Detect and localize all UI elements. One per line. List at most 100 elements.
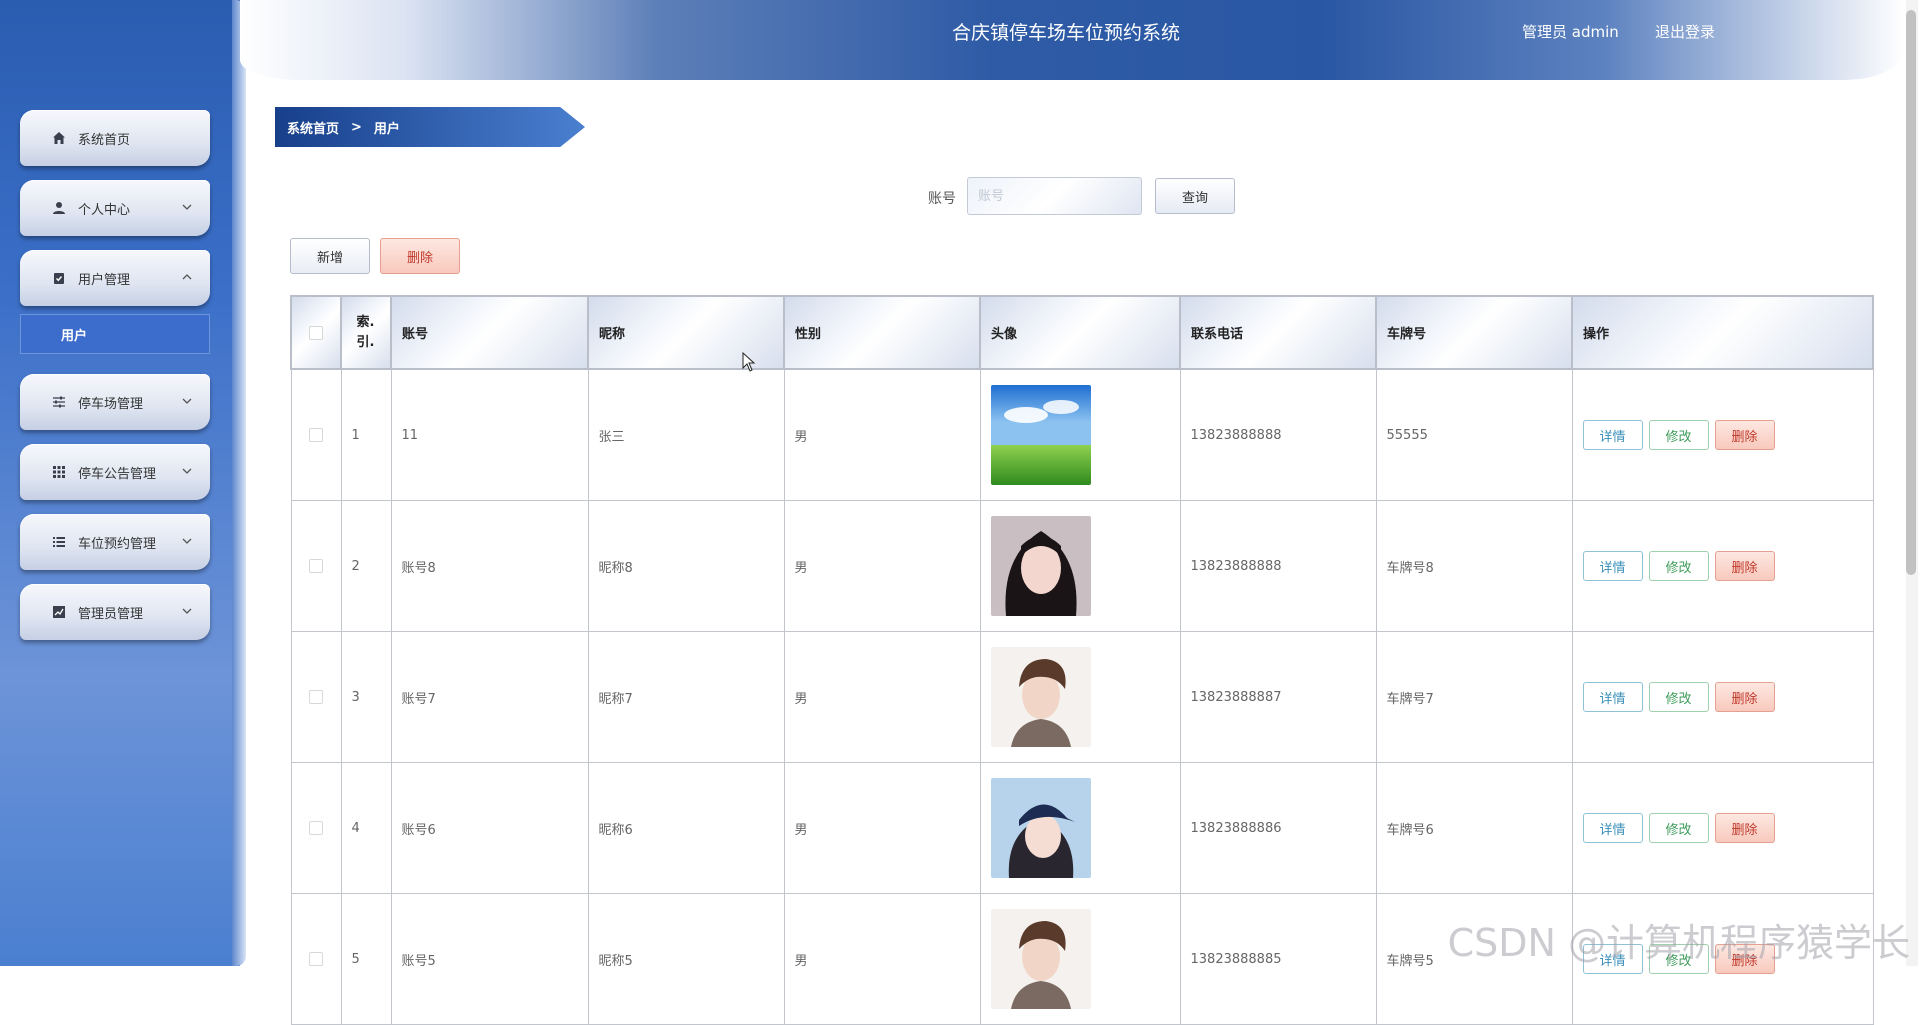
scrollbar-thumb[interactable]	[1906, 10, 1916, 575]
cell-avatar	[979, 368, 1181, 501]
delete-button[interactable]: 删除	[1714, 551, 1775, 581]
detail-button[interactable]: 详情	[1582, 551, 1643, 581]
chevron-down-icon	[182, 204, 192, 210]
row-checkbox[interactable]	[290, 631, 342, 763]
avatar-image[interactable]	[990, 516, 1179, 616]
cell-gender: 男	[783, 893, 981, 1025]
cell-nickname: 昵称6	[587, 762, 785, 894]
cell-plate: 车牌号8	[1375, 500, 1573, 632]
col-header-gender: 性别	[783, 295, 981, 370]
cell-gender: 男	[783, 500, 981, 632]
col-header-plate: 车牌号	[1375, 295, 1573, 370]
edit-button[interactable]: 修改	[1648, 420, 1709, 450]
sidebar-item-label: 管理员管理	[78, 606, 144, 622]
sidebar-item-home[interactable]: 系统首页	[20, 110, 210, 166]
checkbox-box[interactable]	[308, 690, 323, 704]
cell-phone: 13823888887	[1179, 631, 1377, 763]
sidebar-item-reservation-mgmt[interactable]: 车位预约管理	[20, 514, 210, 570]
clipboard-icon	[50, 269, 68, 287]
cell-ops: 详情 修改 删除	[1571, 368, 1874, 501]
batch-delete-button[interactable]: 删除	[380, 238, 460, 274]
row-checkbox[interactable]	[290, 893, 342, 1025]
cell-phone: 13823888888	[1179, 368, 1377, 501]
table-header-row: 索. 引. 账号 昵称 性别 头像 联系电话 车牌号 操作	[290, 295, 1874, 370]
checkbox-box[interactable]	[308, 952, 323, 966]
avatar-image[interactable]	[990, 647, 1179, 747]
sidebar-item-notice-mgmt[interactable]: 停车公告管理	[20, 444, 210, 500]
row-checkbox[interactable]	[290, 368, 342, 501]
detail-button[interactable]: 详情	[1582, 682, 1643, 712]
sidebar-item-label: 车位预约管理	[78, 536, 157, 552]
avatar-image[interactable]	[990, 778, 1179, 878]
checkbox-box[interactable]	[308, 325, 323, 340]
grid-icon	[50, 463, 68, 481]
delete-button[interactable]: 删除	[1714, 682, 1775, 712]
logout-link[interactable]: 退出登录	[1655, 21, 1715, 42]
sidebar-menu: 系统首页 个人中心 用户管理 用户 停车场管理 停车公告管理 车位预约管理 管理…	[20, 110, 210, 654]
cell-account: 账号6	[390, 762, 589, 894]
table-row: 3 账号7 昵称7 男 13823888887 车牌号7 详情 修改 删除	[290, 631, 1874, 763]
cell-index: 1	[340, 368, 392, 501]
detail-button[interactable]: 详情	[1582, 813, 1643, 843]
sidebar-item-admin-mgmt[interactable]: 管理员管理	[20, 584, 210, 640]
breadcrumb-home[interactable]: 系统首页	[287, 118, 339, 137]
sidebar-item-user-mgmt[interactable]: 用户管理	[20, 250, 210, 306]
cell-ops: 详情 修改 删除	[1571, 762, 1874, 894]
breadcrumb-current: 用户	[373, 121, 400, 137]
avatar-image[interactable]	[990, 385, 1179, 485]
list-icon	[50, 533, 68, 551]
chevron-up-icon	[182, 274, 192, 280]
col-header-account: 账号	[390, 295, 589, 370]
row-checkbox[interactable]	[290, 500, 342, 632]
cell-plate: 55555	[1375, 368, 1573, 501]
sidebar-item-label: 用户管理	[78, 272, 131, 288]
row-checkbox[interactable]	[290, 762, 342, 894]
search-input[interactable]	[967, 177, 1142, 215]
cell-plate: 车牌号6	[1375, 762, 1573, 894]
delete-button[interactable]: 删除	[1714, 813, 1775, 843]
select-all-checkbox[interactable]	[290, 295, 342, 370]
cell-ops: 详情 修改 删除	[1571, 500, 1874, 632]
sidebar-subitem-user[interactable]: 用户	[20, 314, 210, 354]
checkbox-box[interactable]	[308, 559, 323, 573]
cell-index: 2	[340, 500, 392, 632]
edit-button[interactable]: 修改	[1648, 551, 1709, 581]
cell-phone: 13823888885	[1179, 893, 1377, 1025]
cell-avatar	[979, 762, 1181, 894]
query-button[interactable]: 查询	[1155, 178, 1235, 214]
cell-avatar	[979, 631, 1181, 763]
cell-index: 3	[340, 631, 392, 763]
delete-button[interactable]: 删除	[1714, 420, 1775, 450]
sidebar-item-label: 停车场管理	[78, 396, 144, 412]
col-header-index: 索. 引.	[340, 295, 392, 370]
table-row: 2 账号8 昵称8 男 13823888888 车牌号8 详情 修改 删除	[290, 500, 1874, 632]
add-button[interactable]: 新增	[290, 238, 370, 274]
chevron-down-icon	[182, 608, 192, 614]
edit-button[interactable]: 修改	[1648, 813, 1709, 843]
sliders-icon	[50, 393, 68, 411]
detail-button[interactable]: 详情	[1582, 420, 1643, 450]
edit-button[interactable]: 修改	[1648, 682, 1709, 712]
breadcrumb-separator: >	[351, 119, 362, 135]
checkbox-box[interactable]	[308, 428, 323, 442]
checkbox-box[interactable]	[308, 821, 323, 835]
sidebar: 系统首页 个人中心 用户管理 用户 停车场管理 停车公告管理 车位预约管理 管理…	[0, 0, 246, 966]
sidebar-item-label: 停车公告管理	[78, 466, 157, 482]
app-title: 合庆镇停车场车位预约系统	[952, 22, 1181, 44]
sidebar-item-personal[interactable]: 个人中心	[20, 180, 210, 236]
cell-ops: 详情 修改 删除	[1571, 631, 1874, 763]
breadcrumb: 系统首页 > 用户	[275, 107, 585, 147]
cell-avatar	[979, 893, 1181, 1025]
cell-avatar	[979, 500, 1181, 632]
cell-gender: 男	[783, 631, 981, 763]
sidebar-item-label: 系统首页	[78, 132, 131, 148]
cell-gender: 男	[783, 762, 981, 894]
avatar-image[interactable]	[990, 909, 1179, 1009]
cell-phone: 13823888888	[1179, 500, 1377, 632]
sidebar-item-parking-mgmt[interactable]: 停车场管理	[20, 374, 210, 430]
cell-nickname: 张三	[587, 368, 785, 501]
cell-account: 账号5	[390, 893, 589, 1025]
chevron-down-icon	[182, 468, 192, 474]
table-row: 1 11 张三 男 13823888888 55555 详情 修改 删除	[290, 368, 1874, 501]
admin-label: 管理员 admin	[1522, 23, 1619, 41]
